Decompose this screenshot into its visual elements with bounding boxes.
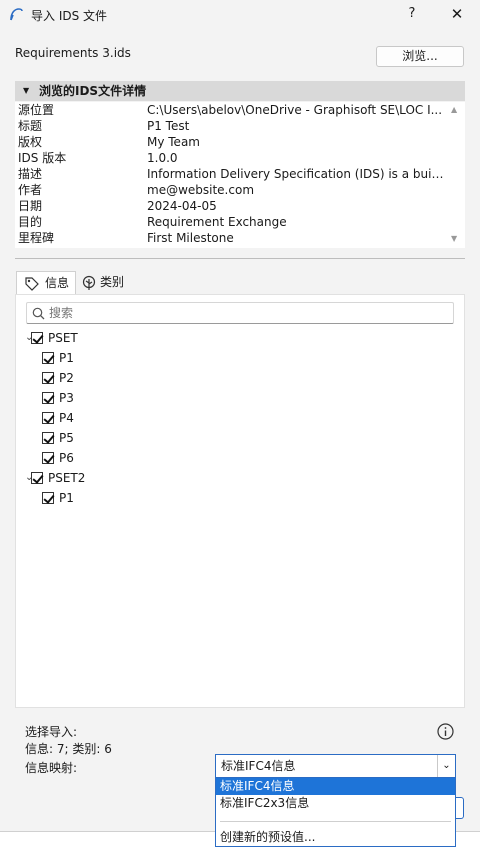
checkbox-p3[interactable] bbox=[42, 392, 54, 404]
close-button[interactable]: ✕ bbox=[447, 3, 467, 25]
tree-node-label: P1 bbox=[59, 351, 74, 365]
mapping-selected-value: 标准IFC4信息 bbox=[221, 759, 296, 773]
detail-row-author: 作者 me@website.com bbox=[15, 182, 445, 198]
tree-node-p2[interactable]: P2 bbox=[42, 368, 222, 388]
detail-row-date: 日期 2024-04-05 bbox=[15, 198, 445, 214]
detail-row-description: 描述 Information Delivery Specification (I… bbox=[15, 166, 445, 182]
detail-value: 2024-04-05 bbox=[147, 199, 217, 213]
tree-node-label: P4 bbox=[59, 411, 74, 425]
mapping-label: 信息映射: bbox=[25, 761, 78, 775]
tree-node-p4[interactable]: P4 bbox=[42, 408, 222, 428]
ok-button-partial[interactable] bbox=[456, 797, 464, 819]
detail-value: My Team bbox=[147, 135, 200, 149]
dropdown-option-ifc4[interactable]: 标准IFC4信息 bbox=[216, 778, 455, 795]
detail-key: 版权 bbox=[18, 135, 43, 149]
tree-node-p6[interactable]: P6 bbox=[42, 448, 222, 468]
tree-node-p5[interactable]: P5 bbox=[42, 428, 222, 448]
info-panel: ⌄ PSET P1 P2 P3 P4 P5 bbox=[15, 294, 465, 708]
mapping-dropdown-list: 标准IFC4信息 标准IFC2x3信息 创建新的预设值... bbox=[215, 777, 456, 847]
detail-key: 里程碑 bbox=[18, 231, 55, 245]
help-button[interactable]: ? bbox=[402, 3, 422, 25]
tab-info-label: 信息 bbox=[45, 276, 70, 290]
detail-row-ids-version: IDS 版本 1.0.0 bbox=[15, 150, 445, 166]
tree-node-p3[interactable]: P3 bbox=[42, 388, 222, 408]
detail-value: me@website.com bbox=[147, 183, 255, 197]
tree-node-pset2-p1[interactable]: P1 bbox=[42, 488, 222, 508]
scroll-down-arrow-icon[interactable]: ▼ bbox=[451, 234, 457, 243]
detail-key: 目的 bbox=[18, 215, 43, 229]
section-divider bbox=[15, 258, 465, 259]
checkbox-pset[interactable] bbox=[31, 332, 43, 344]
checkbox-p1[interactable] bbox=[42, 352, 54, 364]
tree-node-pset2[interactable]: ⌄ PSET2 bbox=[25, 468, 225, 488]
tree-node-label: PSET bbox=[48, 331, 78, 345]
details-header-label: 浏览的IDS文件详情 bbox=[39, 84, 147, 98]
checkbox-p2[interactable] bbox=[42, 372, 54, 384]
tree-node-label: PSET2 bbox=[48, 471, 86, 485]
detail-row-title: 标题 P1 Test bbox=[15, 118, 445, 134]
details-list: 源位置 C:\Users\abelov\OneDrive - Graphisof… bbox=[15, 102, 465, 248]
browse-button[interactable]: 浏览... bbox=[376, 46, 464, 67]
app-icon bbox=[10, 8, 23, 21]
checkbox-pset2-p1[interactable] bbox=[42, 492, 54, 504]
window-title: 导入 IDS 文件 bbox=[31, 9, 108, 23]
file-name: Requirements 3.ids bbox=[15, 46, 131, 60]
tree-icon bbox=[82, 275, 96, 290]
detail-key: 作者 bbox=[18, 183, 43, 197]
dropdown-separator bbox=[220, 821, 451, 822]
checkbox-pset2[interactable] bbox=[31, 472, 43, 484]
checkbox-p4[interactable] bbox=[42, 412, 54, 424]
tree-node-label: P6 bbox=[59, 451, 74, 465]
info-icon[interactable] bbox=[437, 723, 454, 740]
tab-category[interactable]: 类别 bbox=[78, 271, 130, 295]
tree-node-p1[interactable]: P1 bbox=[42, 348, 222, 368]
detail-key: 描述 bbox=[18, 167, 43, 181]
tree-node-label: P2 bbox=[59, 371, 74, 385]
detail-row-milestone: 里程碑 First Milestone bbox=[15, 230, 445, 246]
tab-category-label: 类别 bbox=[100, 275, 125, 289]
detail-key: IDS 版本 bbox=[18, 151, 67, 165]
scroll-up-arrow-icon[interactable]: ▲ bbox=[451, 105, 457, 114]
tree-node-label: P5 bbox=[59, 431, 74, 445]
collapse-triangle-icon: ▼ bbox=[23, 86, 30, 95]
detail-value: 1.0.0 bbox=[147, 151, 178, 165]
selection-title: 选择导入: bbox=[25, 725, 78, 739]
tag-icon bbox=[25, 277, 39, 291]
selection-counts: 信息: 7; 类别: 6 bbox=[25, 742, 112, 756]
search-input[interactable] bbox=[49, 305, 449, 321]
dropdown-option-create-new[interactable]: 创建新的预设值... bbox=[216, 829, 455, 846]
title-bar: 导入 IDS 文件 ? ✕ bbox=[0, 0, 480, 30]
dropdown-option-ifc2x3[interactable]: 标准IFC2x3信息 bbox=[216, 795, 455, 812]
checkbox-p6[interactable] bbox=[42, 452, 54, 464]
detail-value: First Milestone bbox=[147, 231, 234, 245]
detail-row-source: 源位置 C:\Users\abelov\OneDrive - Graphisof… bbox=[15, 102, 445, 118]
detail-value: Information Delivery Specification (IDS)… bbox=[147, 167, 445, 181]
details-section-header[interactable]: ▼ 浏览的IDS文件详情 bbox=[15, 81, 465, 101]
tree-node-label: P1 bbox=[59, 491, 74, 505]
tree-node-label: P3 bbox=[59, 391, 74, 405]
import-ids-dialog: 导入 IDS 文件 ? ✕ Requirements 3.ids 浏览... ▼… bbox=[0, 0, 480, 832]
search-box[interactable] bbox=[26, 302, 454, 324]
checkbox-p5[interactable] bbox=[42, 432, 54, 444]
property-tree: ⌄ PSET P1 P2 P3 P4 P5 P6 ⌄ PSET2 P1 bbox=[25, 328, 455, 708]
search-icon bbox=[32, 307, 45, 320]
detail-value: P1 Test bbox=[147, 119, 190, 133]
detail-value: Requirement Exchange bbox=[147, 215, 287, 229]
detail-key: 标题 bbox=[18, 119, 43, 133]
chevron-down-icon[interactable]: ⌄ bbox=[437, 755, 455, 777]
detail-row-copyright: 版权 My Team bbox=[15, 134, 445, 150]
tree-node-pset[interactable]: ⌄ PSET bbox=[25, 328, 225, 348]
detail-key: 源位置 bbox=[18, 103, 55, 117]
detail-key: 日期 bbox=[18, 199, 43, 213]
tab-info[interactable]: 信息 bbox=[16, 271, 76, 295]
detail-value: C:\Users\abelov\OneDrive - Graphisoft SE… bbox=[147, 103, 443, 117]
mapping-select[interactable]: 标准IFC4信息 ⌄ bbox=[215, 754, 456, 778]
detail-row-purpose: 目的 Requirement Exchange bbox=[15, 214, 445, 230]
